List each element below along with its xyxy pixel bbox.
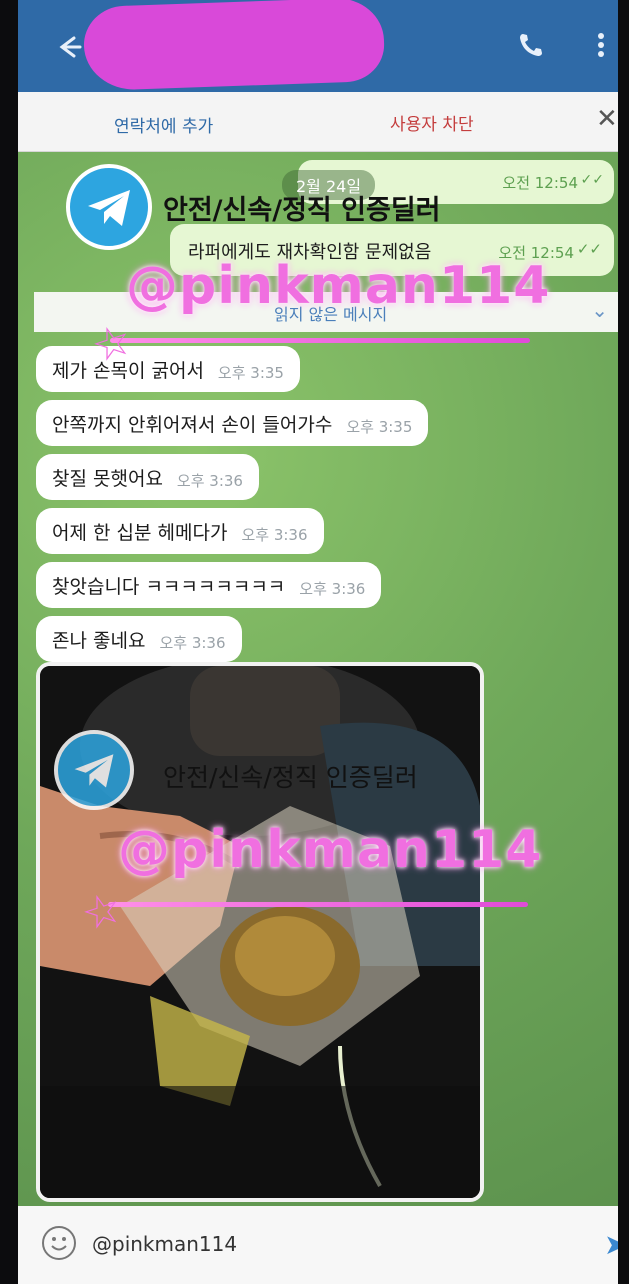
- message-text: 어제 한 십분 헤메다가: [52, 521, 228, 544]
- message-input[interactable]: [92, 1228, 552, 1260]
- redacted-contact-name: [82, 0, 386, 92]
- message-time: 오후 3:35: [346, 417, 413, 436]
- incoming-message[interactable]: 찾질 못햇어요 오후 3:36: [36, 454, 259, 500]
- send-icon[interactable]: ➤: [604, 1228, 618, 1261]
- message-time: 오전 12:54: [502, 174, 578, 192]
- block-user-button[interactable]: 사용자 차단: [390, 110, 474, 135]
- add-contact-button[interactable]: 연락처에 추가: [114, 112, 213, 137]
- double-check-icon: ✓✓: [576, 240, 602, 258]
- watermark-handle: @pinkman114: [126, 256, 551, 316]
- message-time: 오후 3:36: [299, 579, 366, 598]
- chat-header: [18, 0, 618, 92]
- watermark-tagline: 안전/신속/정직 인증딜러: [163, 763, 418, 792]
- message-input-bar: ➤: [18, 1206, 618, 1284]
- message-time: 오후 3:35: [217, 363, 284, 382]
- watermark-handle: @pinkman114: [118, 820, 543, 880]
- message-time: 오후 3:36: [241, 525, 308, 544]
- arrow-left-icon: [59, 36, 82, 58]
- incoming-message[interactable]: 존나 좋네요 오후 3:36: [36, 616, 242, 662]
- incoming-message[interactable]: 안쪽까지 안휘어져서 손이 들어가수 오후 3:35: [36, 400, 429, 446]
- contact-action-bar: 연락처에 추가 사용자 차단 ✕: [18, 92, 618, 152]
- incoming-message[interactable]: 찾앗습니다 ㅋㅋㅋㅋㅋㅋㅋㅋ 오후 3:36: [36, 562, 382, 608]
- smiley-icon: [51, 1237, 67, 1251]
- paper-plane-icon: [74, 754, 114, 788]
- watermark-tagline: 안전/신속/정직 인증딜러: [163, 195, 441, 226]
- message-text: 찾질 못햇어요: [52, 467, 163, 490]
- incoming-message[interactable]: 제가 손목이 굵어서 오후 3:35: [36, 346, 300, 392]
- watermark-underline: [108, 902, 528, 907]
- watermark-underline: [110, 338, 530, 343]
- telegram-logo-watermark: [66, 164, 152, 250]
- close-icon[interactable]: ✕: [596, 104, 618, 134]
- telegram-logo-watermark: [54, 730, 134, 810]
- emoji-button[interactable]: [42, 1226, 76, 1260]
- chevron-down-icon[interactable]: ⌄: [591, 298, 608, 322]
- message-time: 오후 3:36: [176, 471, 243, 490]
- message-text: 안쪽까지 안휘어져서 손이 들어가수: [52, 413, 333, 436]
- incoming-message[interactable]: 어제 한 십분 헤메다가 오후 3:36: [36, 508, 324, 554]
- message-text: 찾앗습니다 ㅋㅋㅋㅋㅋㅋㅋㅋ: [52, 575, 286, 598]
- call-button[interactable]: [514, 28, 548, 62]
- more-menu-button[interactable]: [590, 28, 612, 62]
- more-vertical-icon: [598, 33, 604, 57]
- back-button[interactable]: [52, 30, 86, 64]
- paper-plane-icon: [88, 190, 130, 226]
- phone-screen: 연락처에 추가 사용자 차단 ✕ 오전 12:54 ✓✓ 2월 24일 라퍼에게…: [18, 0, 618, 1284]
- message-time: 오후 3:36: [159, 633, 226, 652]
- message-text: 존나 좋네요: [52, 629, 146, 652]
- phone-icon: [520, 34, 542, 56]
- double-check-icon: ✓✓: [580, 172, 604, 188]
